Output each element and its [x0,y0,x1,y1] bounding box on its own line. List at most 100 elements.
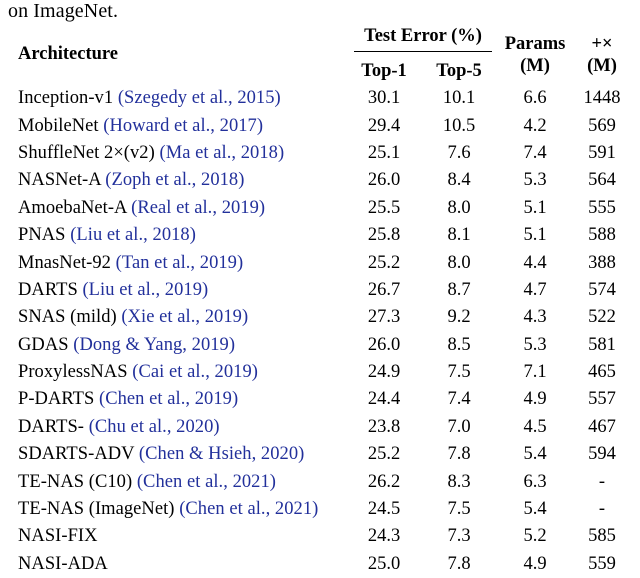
cell-architecture: MobileNet (Howard et al., 2017) [8,112,348,139]
cell-top1: 23.8 [367,416,401,437]
cell-top5: 8.0 [447,197,471,218]
cell-top1: 24.4 [367,389,401,410]
cell-top5: 9.2 [447,307,471,328]
architecture-name: NASI-ADA [18,553,108,574]
cell-madds: 522 [588,307,616,328]
architecture-name: PNAS [18,225,71,246]
citation-link[interactable]: (Chen et al., 2021) [137,472,276,492]
citation-link[interactable]: (Dong & Yang, 2019) [73,335,235,355]
table-row: SNAS (mild) (Xie et al., 2019) 27.3 9.2 4.3… [8,304,632,331]
cell-madds: 555 [588,197,616,218]
cell-top5: 7.8 [447,553,471,574]
cell-architecture: NASNet-A (Zoph et al., 2018) [8,167,348,194]
header-top1: Top-1 [361,60,407,81]
cell-top5: 8.3 [447,471,471,492]
architecture-name: MnasNet-92 [18,252,116,273]
architecture-name: Inception-v1 [18,88,118,109]
cell-top5: 8.0 [447,252,471,273]
cell-architecture: GDAS (Dong & Yang, 2019) [8,332,348,359]
table-row: P-DARTS (Chen et al., 2019) 24.4 7.4 4.9 557 [8,386,632,413]
architecture-name: DARTS [18,279,83,300]
cell-top5: 7.5 [447,362,471,383]
cell-top1: 25.1 [367,142,401,163]
cell-top5: 10.1 [442,88,476,109]
citation-link[interactable]: (Zoph et al., 2018) [105,170,244,190]
cell-params: 5.1 [523,197,547,218]
table-row: SDARTS-ADV (Chen & Hsieh, 2020) 25.2 7.8 5.… [8,441,632,468]
cell-architecture: TE-NAS (ImageNet) (Chen et al., 2021) [8,496,348,523]
cell-top5: 7.3 [447,526,471,547]
header-params: Params (M) [498,24,572,85]
cell-architecture: MnasNet-92 (Tan et al., 2019) [8,249,348,276]
architecture-name: MobileNet [18,115,104,136]
cell-madds: 574 [588,279,616,300]
cell-architecture: P-DARTS (Chen et al., 2019) [8,386,348,413]
cell-architecture: Inception-v1 (Szegedy et al., 2015) [8,85,348,112]
architecture-name: TE-NAS (C10) [18,471,137,492]
header-madds-line2: (M) [587,55,617,76]
cell-madds: 467 [588,416,616,437]
header-params-line1: Params [504,33,566,54]
cell-top5: 8.5 [447,334,471,355]
cell-top1: 26.2 [367,471,401,492]
citation-link[interactable]: (Chen et al., 2021) [179,499,318,519]
citation-link[interactable]: (Chu et al., 2020) [89,417,220,437]
cell-madds: 581 [588,334,616,355]
table-row: NASNet-A (Zoph et al., 2018) 26.0 8.4 5.3 56… [8,167,632,194]
imagenet-results-table: Architecture Test Error (%) Params (M) +… [8,24,632,578]
architecture-name: GDAS [18,334,74,355]
cell-madds: 594 [588,444,616,465]
table-header-row-primary: Architecture Test Error (%) Params (M) +… [8,24,632,76]
cell-architecture: AmoebaNet-A (Real et al., 2019) [8,195,348,222]
cell-params: 5.4 [523,444,547,465]
cell-top5: 7.8 [447,444,471,465]
citation-link[interactable]: (Howard et al., 2017) [103,116,263,136]
cell-madds: 557 [588,389,616,410]
page-root: on ImageNet. Architecture Test Error (%)… [0,0,640,574]
table-row: DARTS (Liu et al., 2019) 26.7 8.7 4.7 574 [8,277,632,304]
table-row: GDAS (Dong & Yang, 2019) 26.0 8.5 5.3 581 [8,332,632,359]
architecture-name: SDARTS-ADV [18,444,139,465]
cell-architecture: NASI-FIX [8,523,348,550]
cell-madds: 588 [588,225,616,246]
architecture-name: NASI-FIX [18,526,98,547]
cell-top1: 26.0 [367,170,401,191]
cell-top1: 30.1 [367,88,401,109]
cell-top5: 8.1 [447,225,471,246]
cell-params: 4.7 [523,279,547,300]
citation-link[interactable]: (Real et al., 2019) [131,198,265,218]
cell-madds: 569 [588,115,616,136]
citation-link[interactable]: (Szegedy et al., 2015) [118,88,281,108]
cell-madds: 585 [588,526,616,547]
header-madds-line1: +× [591,33,613,54]
table-row: DARTS- (Chu et al., 2020) 23.8 7.0 4.5 467 [8,414,632,441]
architecture-name: SNAS (mild) [18,307,122,328]
citation-link[interactable]: (Xie et al., 2019) [121,307,248,327]
cell-params: 4.2 [523,115,547,136]
cell-architecture: NASI-ADA [8,551,348,578]
cell-params: 6.3 [523,471,547,492]
citation-link[interactable]: (Cai et al., 2019) [132,362,258,382]
architecture-name: NASNet-A [18,170,106,191]
cell-params: 4.9 [523,553,547,574]
cell-architecture: ShuffleNet 2×(v2) (Ma et al., 2018) [8,140,348,167]
cell-top5: 7.4 [447,389,471,410]
table-row: TE-NAS (ImageNet) (Chen et al., 2021) 24.… [8,496,632,523]
citation-link[interactable]: (Liu et al., 2018) [70,225,196,245]
citation-link[interactable]: (Chen et al., 2019) [99,389,238,409]
citation-link[interactable]: (Liu et al., 2019) [82,280,208,300]
cell-top1: 25.2 [367,444,401,465]
cell-top1: 27.3 [367,307,401,328]
citation-link[interactable]: (Ma et al., 2018) [160,143,285,163]
citation-link[interactable]: (Chen & Hsieh, 2020) [139,444,304,464]
architecture-name: DARTS- [18,416,89,437]
cell-params: 5.3 [523,334,547,355]
table-groups-host: Inception-v1 (Szegedy et al., 2015) 30.1 1… [8,85,632,578]
cell-madds: - [598,499,606,520]
architecture-name: P-DARTS [18,389,100,410]
table-row: Inception-v1 (Szegedy et al., 2015) 30.1 1… [8,85,632,112]
cell-madds: 559 [588,553,616,574]
citation-link[interactable]: (Tan et al., 2019) [116,253,244,273]
table-row: ProxylessNAS (Cai et al., 2019) 24.9 7.5 7.… [8,359,632,386]
cell-params: 4.4 [523,252,547,273]
